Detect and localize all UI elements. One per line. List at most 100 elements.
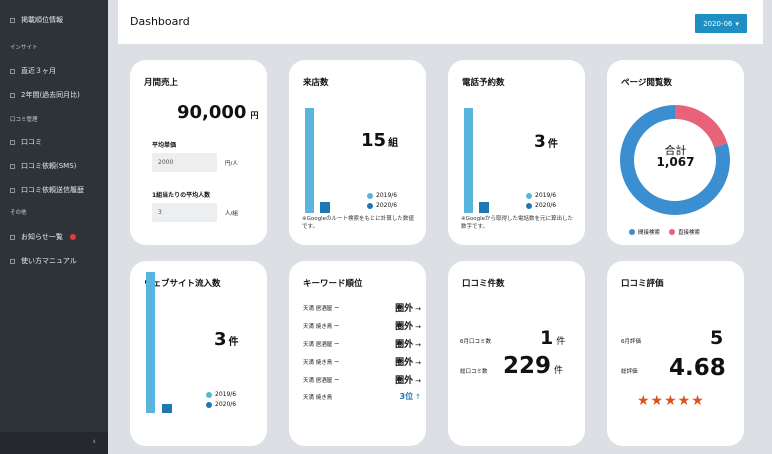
avg-price-input[interactable]: 2000: [152, 153, 217, 172]
notification-badge: [69, 234, 76, 240]
keyword-text: 天満 焼き鳥 ー: [303, 359, 340, 366]
calls-card: 電話予約数 3 件 2019/6 2020/6 ※Googleから取得した電話数…: [448, 60, 585, 245]
sidebar-item-review-request-sms[interactable]: 口コミ依頼(SMS): [10, 161, 76, 171]
calls-number: 3: [534, 132, 546, 152]
visits-unit: 組: [388, 138, 399, 149]
sidebar-item-label: 口コミ依頼(SMS): [21, 162, 77, 170]
group-avg-unit: 人/組: [225, 211, 238, 217]
visits-note: ※Googleのルート検索をもとに計算した数値です。: [302, 216, 414, 230]
keyword-row[interactable]: 天満 焼き鳥 ー 圏外 →: [303, 319, 421, 332]
month-select-button[interactable]: 2020-06 ▾: [695, 14, 747, 33]
sidebar-item-last-3-months[interactable]: 直近３ヶ月: [10, 66, 56, 76]
total-review-unit: 件: [554, 366, 564, 376]
sidebar-item-reviews[interactable]: 口コミ: [10, 137, 42, 147]
keyword-rank: 圏外: [395, 322, 414, 332]
caret-down-icon: ▾: [735, 19, 739, 28]
total-rating-label: 総評価: [621, 369, 638, 375]
month-value: 2020-06: [703, 19, 733, 28]
sidebar-item-label: 掲載順位情報: [21, 16, 63, 24]
sidebar-item-label: 2年間(過去同月比): [21, 91, 80, 99]
sidebar-item-2-years[interactable]: 2年間(過去同月比): [10, 90, 80, 100]
card-title: ウェブサイト流入数: [144, 279, 221, 289]
keyword-text: 天満 焼き鳥: [303, 394, 333, 401]
visits-value: 15 組: [361, 130, 398, 151]
keyword-row[interactable]: 天満 焼き鳥 ー 圏外 →: [303, 355, 421, 368]
month-review-label: 6月口コミ数: [460, 339, 491, 345]
keyword-row[interactable]: 天満 居酒屋 ー 圏外 →: [303, 301, 421, 314]
sidebar-section-reviews: 口コミ管理: [10, 117, 38, 123]
square-icon: [10, 163, 15, 169]
total-rating-value: 4.68: [669, 355, 726, 381]
arrow-right-icon: →: [415, 323, 421, 331]
sidebar-item-notices[interactable]: お知らせ一覧: [10, 232, 76, 242]
legend-dot-2020: [367, 202, 373, 209]
total-review-number: 229: [503, 353, 552, 379]
month-review-value: 1 件: [540, 327, 565, 349]
square-icon: [10, 234, 15, 240]
sales-amount-unit: 円: [250, 111, 259, 120]
legend-dot-2019: [526, 192, 532, 199]
page-title: Dashboard: [130, 15, 190, 28]
legend-dot-2020: [206, 401, 212, 408]
calls-note: ※Googleから取得した電話数を元に算出した数字です。: [461, 216, 574, 230]
card-title: 口コミ件数: [462, 279, 505, 289]
legend: 2019/6 2020/6: [526, 192, 556, 209]
pageviews-card: ページ閲覧数 合計 1,067 間接検索 直接検索: [607, 60, 744, 245]
visits-card: 来店数 15 組 2019/6 2020/6 ※Googleのルート検索をもとに…: [289, 60, 426, 245]
sales-amount: 90,000 円: [177, 102, 258, 123]
legend-dot-2020: [526, 202, 532, 209]
legend-label: 間接検索: [638, 230, 661, 236]
card-title: 来店数: [303, 78, 329, 88]
bar-2020: [162, 404, 172, 413]
bar-2020: [479, 202, 489, 213]
keyword-text: 天満 居酒屋 ー: [303, 341, 340, 348]
keyword-row[interactable]: 天満 居酒屋 ー 圏外 →: [303, 337, 421, 350]
collapse-sidebar-icon[interactable]: ‹: [92, 437, 96, 447]
month-rating-label: 6月評価: [621, 339, 641, 345]
keyword-row[interactable]: 天満 居酒屋 ー 圏外 →: [303, 373, 421, 386]
legend-label: 2020/6: [376, 202, 398, 209]
sidebar-item-manual[interactable]: 使い方マニュアル: [10, 256, 77, 266]
keyword-text: 天満 居酒屋 ー: [303, 305, 340, 312]
square-icon: [10, 258, 15, 264]
keyword-text: 天満 居酒屋 ー: [303, 377, 340, 384]
total-review-label: 総口コミ数: [460, 369, 488, 375]
sidebar-item-ranking[interactable]: 掲載順位情報: [10, 15, 63, 25]
web-value: 3 件: [214, 329, 239, 350]
avg-price-value: 2000: [158, 159, 174, 166]
legend-label: 2019/6: [376, 192, 398, 199]
keyword-rank: 3位: [399, 392, 414, 401]
group-avg-input[interactable]: 3: [152, 203, 217, 222]
sidebar-item-label: 使い方マニュアル: [21, 257, 77, 265]
sidebar-footer: ‹: [0, 432, 108, 454]
legend-dot-direct: [669, 229, 676, 235]
legend-dot-indirect: [629, 229, 635, 235]
keyword-text: 天満 焼き鳥 ー: [303, 323, 340, 330]
card-title: 口コミ評価: [621, 279, 664, 289]
donut-total-value: 1,067: [656, 155, 695, 169]
keyword-rank: 圏外: [395, 340, 414, 350]
sidebar-item-label: 直近３ヶ月: [21, 67, 56, 75]
bar-2019: [464, 108, 473, 213]
arrow-right-icon: →: [415, 377, 421, 385]
avg-price-label: 平均単価: [152, 142, 177, 149]
card-title: キーワード順位: [303, 279, 363, 289]
legend: 2019/6 2020/6: [367, 192, 397, 209]
month-review-unit: 件: [556, 337, 566, 347]
keyword-row[interactable]: 天満 焼き鳥 3位 ↑: [303, 391, 421, 402]
sales-card: 月間売上 90,000 円 平均単価 2000 円/人 1組当たりの平均人数 3…: [130, 60, 267, 245]
total-review-value: 229 件: [503, 353, 563, 379]
keyword-rank: 圏外: [395, 376, 414, 386]
sidebar-section-insight: インサイト: [10, 45, 38, 51]
legend-label: 直接検索: [678, 230, 701, 236]
bar-2020: [320, 202, 330, 213]
sidebar-item-label: 口コミ: [21, 138, 42, 146]
month-review-number: 1: [540, 327, 554, 349]
sidebar-item-review-request-history[interactable]: 口コミ依頼送信履歴: [10, 185, 84, 195]
web-unit: 件: [228, 337, 239, 348]
sidebar-section-other: その他: [10, 210, 27, 216]
sidebar: 掲載順位情報 インサイト 直近３ヶ月 2年間(過去同月比) 口コミ管理 口コミ …: [0, 0, 108, 454]
group-avg-value: 3: [158, 209, 162, 216]
star-rating-icon: ★★★★★: [637, 393, 705, 409]
card-title: 電話予約数: [462, 78, 505, 88]
